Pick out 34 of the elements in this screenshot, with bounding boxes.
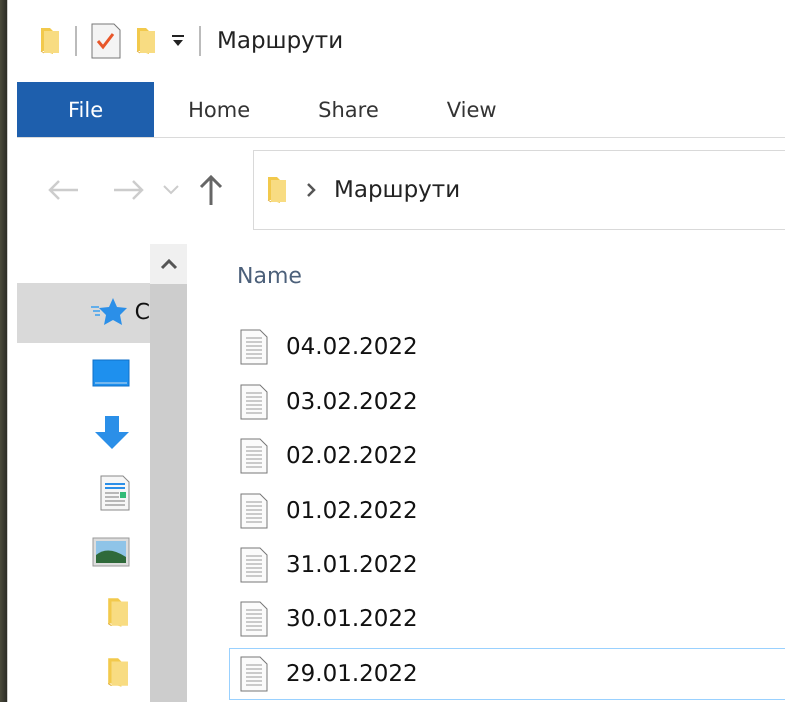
file-row[interactable]: 01.02.2022 bbox=[229, 484, 785, 537]
document-icon bbox=[240, 656, 268, 692]
document-icon bbox=[240, 438, 268, 474]
folder-icon bbox=[106, 656, 130, 689]
down-arrow-icon bbox=[94, 416, 130, 450]
document-icon bbox=[100, 474, 130, 510]
dropdown-icon[interactable] bbox=[171, 35, 185, 47]
nav-item[interactable]: C bbox=[17, 283, 150, 343]
column-header[interactable]: Name bbox=[237, 261, 785, 322]
document-icon bbox=[240, 546, 268, 583]
document-icon bbox=[240, 329, 268, 366]
file-row[interactable]: 31.01.2022 bbox=[229, 538, 785, 592]
scroll-up-button[interactable] bbox=[150, 244, 187, 284]
monitor-icon bbox=[92, 358, 130, 387]
window-title: Маршрути bbox=[217, 28, 344, 54]
document-icon bbox=[240, 384, 268, 420]
up-icon[interactable] bbox=[199, 174, 223, 204]
chevron-right-icon bbox=[306, 182, 316, 198]
folder-icon bbox=[266, 174, 288, 204]
chevron-up-icon bbox=[160, 258, 178, 270]
folder-icon bbox=[39, 26, 61, 56]
document-icon bbox=[240, 601, 268, 638]
file-row[interactable]: 04.02.2022 bbox=[229, 321, 785, 374]
document-icon bbox=[240, 492, 268, 529]
folder-icon bbox=[106, 596, 130, 629]
image-icon bbox=[92, 537, 130, 568]
properties-icon[interactable] bbox=[91, 23, 121, 59]
ribbon-tab[interactable]: File bbox=[17, 82, 154, 137]
file-row[interactable]: 03.02.2022 bbox=[229, 376, 785, 428]
new-folder-icon bbox=[135, 26, 157, 56]
file-row[interactable]: 02.02.2022 bbox=[229, 430, 785, 482]
address-bar[interactable]: Маршрути bbox=[253, 150, 785, 230]
file-row[interactable]: 30.01.2022 bbox=[229, 593, 785, 646]
file-row[interactable]: 29.01.2022 bbox=[229, 648, 785, 700]
